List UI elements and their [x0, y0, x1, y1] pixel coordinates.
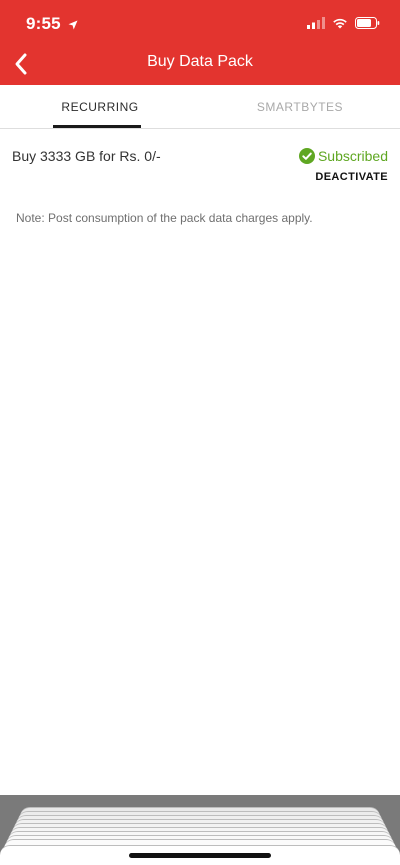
- status-icons: [307, 16, 380, 30]
- tab-recurring-label: RECURRING: [61, 99, 139, 114]
- screen: 9:55 Buy Data Pack RECURRING SMARTBYTES …: [0, 0, 400, 865]
- status-time-text: 9:55: [26, 14, 61, 33]
- signal-icon: [307, 17, 325, 29]
- tab-smartbytes[interactable]: SMARTBYTES: [200, 85, 400, 128]
- wifi-icon: [333, 18, 347, 29]
- status-badge: Subscribed: [298, 148, 388, 164]
- page-title: Buy Data Pack: [147, 53, 253, 70]
- battery-icon: [355, 17, 380, 29]
- status-time: 9:55: [26, 14, 78, 34]
- pack-description: Buy 3333 GB for Rs. 0/-: [12, 148, 161, 164]
- app-header: 9:55 Buy Data Pack: [0, 0, 400, 85]
- pack-item: Buy 3333 GB for Rs. 0/- Subscribed DEACT…: [0, 140, 400, 195]
- status-text: Subscribed: [317, 148, 388, 164]
- tab-bar: RECURRING SMARTBYTES: [0, 85, 400, 129]
- note-text: Note: Post consumption of the pack data …: [16, 211, 313, 225]
- check-circle-icon: [298, 148, 315, 164]
- active-tab-indicator: [53, 125, 141, 128]
- location-arrow-icon: [68, 20, 78, 30]
- tab-recurring[interactable]: RECURRING: [0, 85, 200, 128]
- deactivate-button[interactable]: DEACTIVATE: [315, 171, 388, 183]
- home-indicator[interactable]: [129, 853, 271, 858]
- tab-smartbytes-label: SMARTBYTES: [256, 99, 344, 114]
